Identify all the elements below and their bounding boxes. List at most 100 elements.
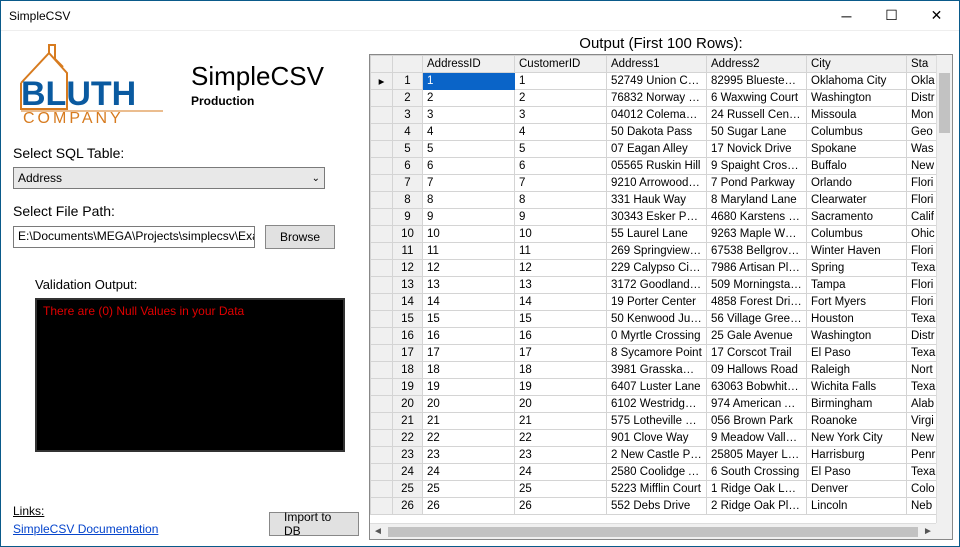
minimize-button[interactable]: ─ — [824, 1, 869, 30]
cell[interactable]: 056 Brown Park — [707, 413, 807, 430]
cell[interactable]: 23 — [515, 447, 607, 464]
cell[interactable]: Birmingham — [807, 396, 907, 413]
cell[interactable]: 22 — [515, 430, 607, 447]
cell[interactable]: 26 — [423, 498, 515, 515]
table-row[interactable]: 1919196407 Luster Lane63063 Bobwhite ...… — [371, 379, 937, 396]
cell[interactable]: 11 — [515, 243, 607, 260]
cell[interactable]: 6 — [423, 158, 515, 175]
column-header[interactable]: Address1 — [607, 56, 707, 73]
cell[interactable]: Lincoln — [807, 498, 907, 515]
cell[interactable]: 14 — [423, 294, 515, 311]
cell[interactable]: Raleigh — [807, 362, 907, 379]
table-row[interactable]: 1616160 Myrtle Crossing25 Gale AvenueWas… — [371, 328, 937, 345]
cell[interactable]: 9210 Arrowood P... — [607, 175, 707, 192]
cell[interactable]: Penr — [907, 447, 937, 464]
table-row[interactable]: 10101055 Laurel Lane9263 Maple Woo...Col… — [371, 226, 937, 243]
cell[interactable]: Texa — [907, 379, 937, 396]
cell[interactable]: Flori — [907, 243, 937, 260]
cell[interactable]: Harrisburg — [807, 447, 907, 464]
cell[interactable]: Roanoke — [807, 413, 907, 430]
cell[interactable]: 20 — [515, 396, 607, 413]
cell[interactable]: 9 Spaight Crossing — [707, 158, 807, 175]
table-row[interactable]: 1717178 Sycamore Point17 Corscot TrailEl… — [371, 345, 937, 362]
cell[interactable]: 25805 Mayer Lane — [707, 447, 807, 464]
cell[interactable]: Buffalo — [807, 158, 907, 175]
cell[interactable]: 04012 Coleman ... — [607, 107, 707, 124]
cell[interactable]: Neb — [907, 498, 937, 515]
cell[interactable]: 8 Sycamore Point — [607, 345, 707, 362]
maximize-button[interactable]: ☐ — [869, 1, 914, 30]
vertical-scrollbar[interactable] — [936, 55, 952, 523]
table-row[interactable]: 2424242580 Coolidge All...6 South Crossi… — [371, 464, 937, 481]
cell[interactable]: 3981 Grasskamp... — [607, 362, 707, 379]
cell[interactable]: 11 — [423, 243, 515, 260]
cell[interactable]: 5223 Mifflin Court — [607, 481, 707, 498]
cell[interactable]: 9 — [423, 209, 515, 226]
cell[interactable]: 63063 Bobwhite ... — [707, 379, 807, 396]
sql-table-dropdown[interactable]: Address ⌄ — [13, 167, 325, 189]
cell[interactable]: Washington — [807, 90, 907, 107]
cell[interactable]: 13 — [515, 277, 607, 294]
browse-button[interactable]: Browse — [265, 225, 335, 249]
cell[interactable]: 6 — [515, 158, 607, 175]
cell[interactable]: Flori — [907, 294, 937, 311]
cell[interactable]: Flori — [907, 192, 937, 209]
cell[interactable]: 25 — [423, 481, 515, 498]
cell[interactable]: Spring — [807, 260, 907, 277]
table-row[interactable]: 15151550 Kenwood Jun...56 Village Green … — [371, 311, 937, 328]
cell[interactable]: 18 — [515, 362, 607, 379]
cell[interactable]: Spokane — [807, 141, 907, 158]
table-row[interactable]: 99930343 Esker Pass4680 Karstens HillSac… — [371, 209, 937, 226]
cell[interactable]: 05565 Ruskin Hill — [607, 158, 707, 175]
cell[interactable]: 6 South Crossing — [707, 464, 807, 481]
cell[interactable]: 3172 Goodland ... — [607, 277, 707, 294]
table-row[interactable]: 14141419 Porter Center4858 Forest DriveF… — [371, 294, 937, 311]
cell[interactable]: Texa — [907, 260, 937, 277]
table-row[interactable]: 55507 Eagan Alley17 Novick DriveSpokaneW… — [371, 141, 937, 158]
cell[interactable]: 18 — [423, 362, 515, 379]
cell[interactable]: Flori — [907, 277, 937, 294]
cell[interactable]: 3 — [515, 107, 607, 124]
cell[interactable]: 5 — [515, 141, 607, 158]
cell[interactable]: 4680 Karstens Hill — [707, 209, 807, 226]
cell[interactable]: 24 — [423, 464, 515, 481]
cell[interactable]: Alab — [907, 396, 937, 413]
cell[interactable]: 12 — [423, 260, 515, 277]
cell[interactable]: 4858 Forest Drive — [707, 294, 807, 311]
cell[interactable]: 4 — [515, 124, 607, 141]
table-row[interactable]: 7779210 Arrowood P...7 Pond ParkwayOrlan… — [371, 175, 937, 192]
cell[interactable]: New — [907, 158, 937, 175]
cell[interactable]: 21 — [423, 413, 515, 430]
table-row[interactable]: ▸11152749 Union Court82995 Bluestem ...O… — [371, 73, 937, 90]
cell[interactable]: 19 — [423, 379, 515, 396]
cell[interactable]: Columbus — [807, 226, 907, 243]
cell[interactable]: 52749 Union Court — [607, 73, 707, 90]
cell[interactable]: 901 Clove Way — [607, 430, 707, 447]
cell[interactable]: Winter Haven — [807, 243, 907, 260]
cell[interactable]: Texa — [907, 311, 937, 328]
cell[interactable]: 10 — [423, 226, 515, 243]
cell[interactable]: 22 — [423, 430, 515, 447]
column-header[interactable]: Address2 — [707, 56, 807, 73]
horizontal-scrollbar[interactable]: ◄► — [370, 523, 936, 539]
table-row[interactable]: 262626552 Debs Drive2 Ridge Oak PlaceLin… — [371, 498, 937, 515]
cell[interactable]: Wichita Falls — [807, 379, 907, 396]
cell[interactable]: 24 — [515, 464, 607, 481]
cell[interactable]: Washington — [807, 328, 907, 345]
cell[interactable]: 13 — [423, 277, 515, 294]
table-row[interactable]: 2525255223 Mifflin Court1 Ridge Oak Lane… — [371, 481, 937, 498]
table-row[interactable]: 1818183981 Grasskamp...09 Hallows RoadRa… — [371, 362, 937, 379]
cell[interactable]: 09 Hallows Road — [707, 362, 807, 379]
cell[interactable]: 82995 Bluestem ... — [707, 73, 807, 90]
cell[interactable]: Geo — [907, 124, 937, 141]
cell[interactable]: Tampa — [807, 277, 907, 294]
cell[interactable]: Was — [907, 141, 937, 158]
cell[interactable]: 24 Russell Center — [707, 107, 807, 124]
cell[interactable]: 331 Hauk Way — [607, 192, 707, 209]
cell[interactable]: Mon — [907, 107, 937, 124]
cell[interactable]: 552 Debs Drive — [607, 498, 707, 515]
cell[interactable]: 26 — [515, 498, 607, 515]
cell[interactable]: 56 Village Green ... — [707, 311, 807, 328]
cell[interactable]: 7986 Artisan Plaza — [707, 260, 807, 277]
table-row[interactable]: 22276832 Norway M...6 Waxwing CourtWashi… — [371, 90, 937, 107]
